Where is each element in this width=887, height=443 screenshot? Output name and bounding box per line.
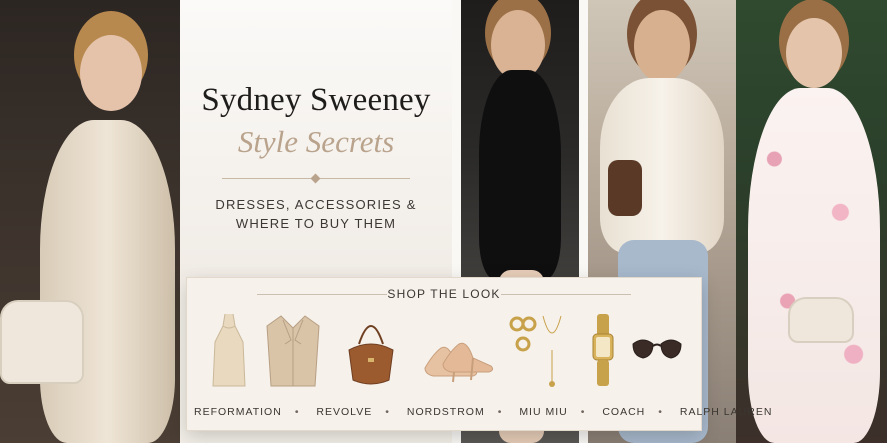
separator-dot: • xyxy=(580,406,586,418)
model-head xyxy=(80,35,142,111)
model-head xyxy=(634,10,690,82)
subtitle-line-2: WHERE TO BUY THEM xyxy=(235,216,397,231)
retailer-link[interactable]: REVOLVE xyxy=(316,406,372,418)
gold-necklace-icon[interactable] xyxy=(537,310,567,392)
photo-panel-floral-dress xyxy=(736,0,887,443)
gold-earrings-icon[interactable] xyxy=(507,310,537,392)
floral-midi-dress xyxy=(748,88,880,443)
retailer-list: REFORMATION • REVOLVE • NORDSTROM • MIU MIU… xyxy=(187,406,771,418)
shop-header: SHOP THE LOOK xyxy=(387,287,501,301)
nude-heels-icon[interactable] xyxy=(415,310,497,392)
subtitle-line-1: DRESSES, ACCESSORIES & xyxy=(215,197,417,212)
satin-slip-dress xyxy=(40,120,175,443)
retailer-link[interactable]: NORDSTROM xyxy=(407,406,485,418)
brown-crossbody-bag xyxy=(608,160,642,216)
separator-dot: • xyxy=(497,406,503,418)
shop-the-look-panel: SHOP THE LOOK REFORMATION • REVOLVE • NO… xyxy=(186,277,771,431)
retailer-link[interactable]: MIU MIU xyxy=(519,406,567,418)
divider-diamond-icon xyxy=(310,173,321,184)
model-head xyxy=(786,18,842,88)
product-row xyxy=(203,310,685,392)
separator-dot: • xyxy=(385,406,390,418)
photo-panel-satin-dress xyxy=(0,0,180,443)
blazer-icon[interactable] xyxy=(261,310,325,392)
retailer-link[interactable]: COACH xyxy=(602,406,645,418)
separator-dot: • xyxy=(658,406,663,418)
black-gown xyxy=(479,70,561,280)
retailer-link[interactable]: REFORMATION xyxy=(194,406,282,418)
sunglasses-icon[interactable] xyxy=(629,310,685,392)
cream-shoulder-bag xyxy=(0,300,84,384)
slip-dress-icon[interactable] xyxy=(203,310,255,392)
separator-dot: • xyxy=(294,406,300,418)
page-subtitle-script: Style Secrets xyxy=(237,124,395,159)
retailer-link[interactable]: RALPH LAUREN xyxy=(680,406,773,418)
gold-watch-icon[interactable] xyxy=(583,310,623,392)
page-title: Sydney Sweeney xyxy=(201,82,431,118)
collage: Sydney Sweeney Style Secrets DRESSES, AC… xyxy=(0,0,887,443)
cream-top-handle-bag xyxy=(788,297,854,343)
page-subtitle: DRESSES, ACCESSORIES & WHERE TO BUY THEM xyxy=(180,195,452,233)
brown-handbag-icon[interactable] xyxy=(341,310,401,392)
title-card: Sydney Sweeney Style Secrets DRESSES, AC… xyxy=(180,0,452,277)
